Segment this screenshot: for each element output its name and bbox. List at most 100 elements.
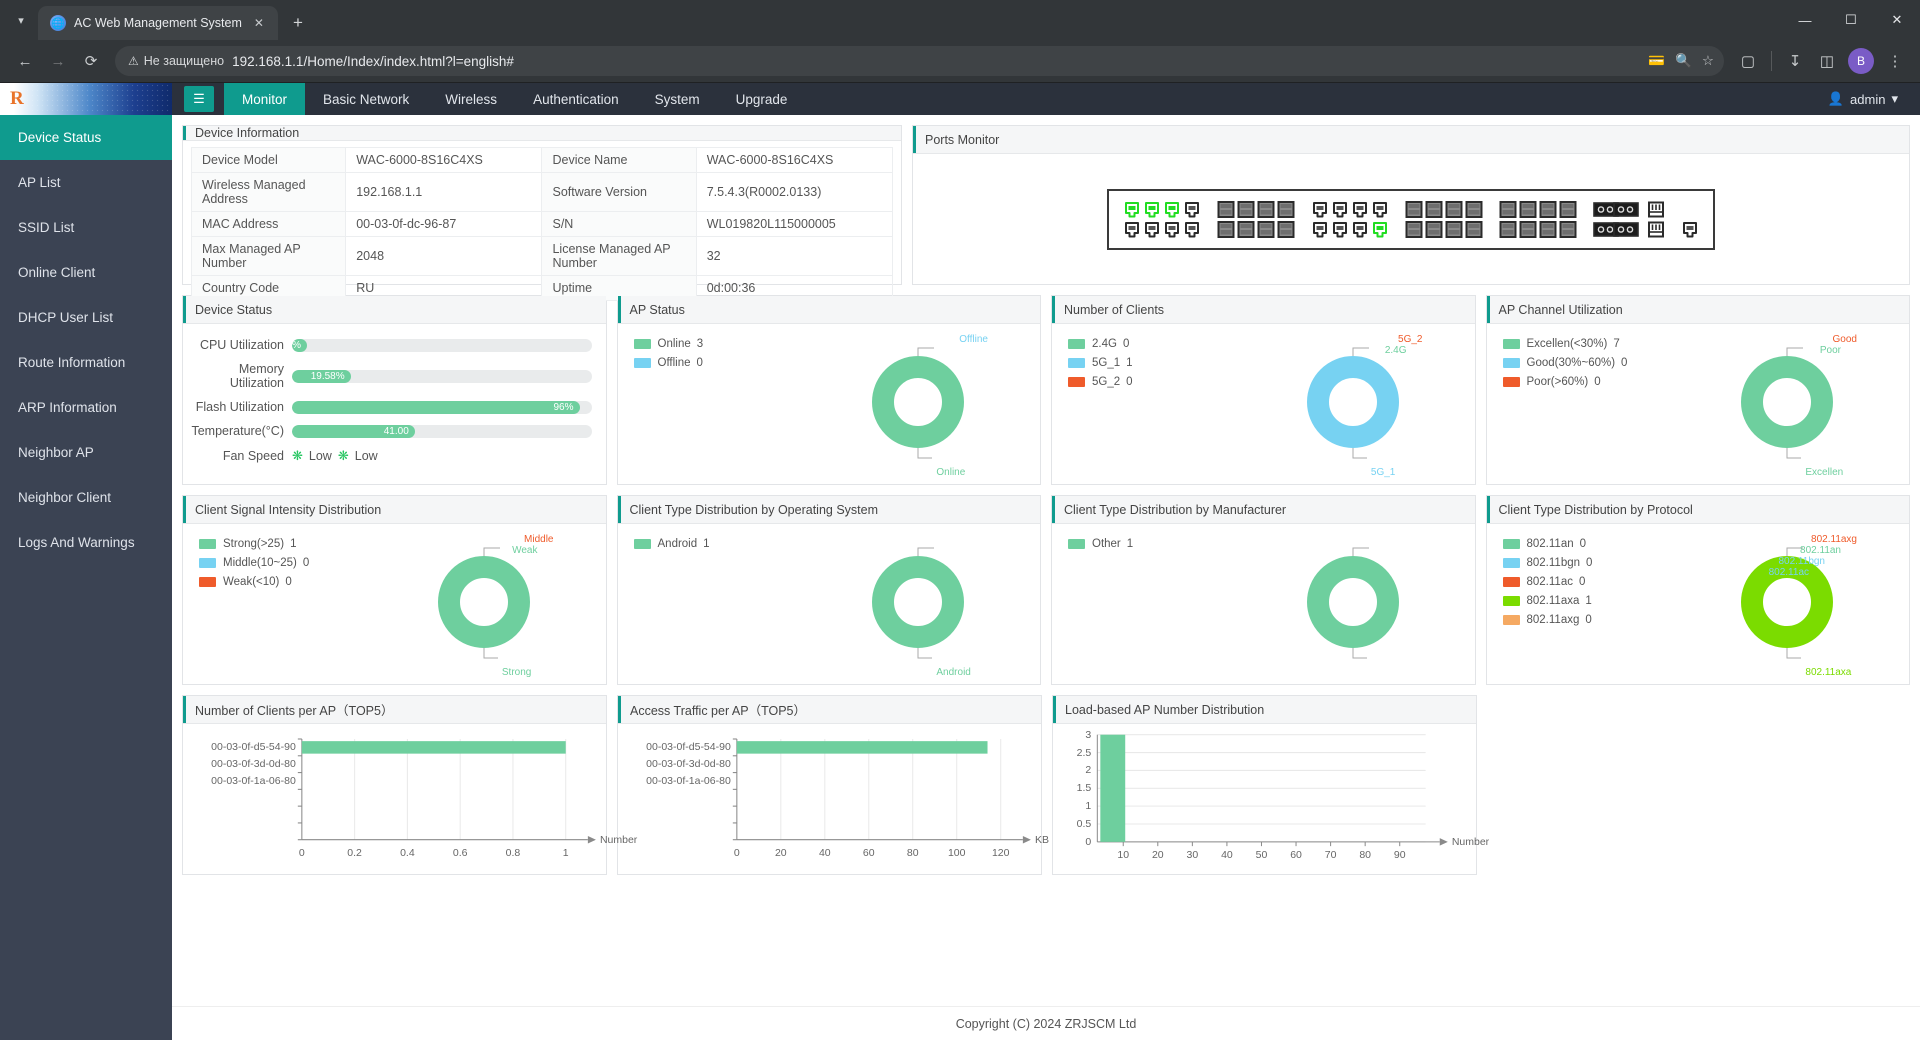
minimize-button[interactable]: — — [1782, 0, 1828, 40]
port-icon[interactable] — [1405, 200, 1423, 218]
chart-tick-label: 0.6 — [452, 846, 468, 859]
port-icon[interactable] — [1217, 200, 1235, 218]
maximize-button[interactable]: ☐ — [1828, 0, 1874, 40]
sidebar-item-logs-and-warnings[interactable]: Logs And Warnings — [0, 520, 172, 565]
sidebar-item-device-status[interactable]: Device Status — [0, 115, 172, 160]
legend-swatch — [199, 577, 216, 587]
port-icon[interactable] — [1351, 221, 1369, 238]
window-close-button[interactable]: ✕ — [1874, 0, 1920, 40]
sidepanel-icon[interactable]: ◫ — [1812, 46, 1842, 76]
bookmark-star-icon[interactable]: ☆ — [1702, 53, 1714, 69]
port-icon[interactable] — [1277, 200, 1295, 218]
user-menu[interactable]: 👤 admin ▾ — [1828, 83, 1920, 115]
port-icon[interactable] — [1593, 201, 1619, 218]
port-icon[interactable] — [1163, 221, 1181, 238]
reload-icon[interactable]: ⟳ — [76, 46, 106, 76]
search-icon[interactable]: 🔍 — [1675, 53, 1692, 69]
port-icon[interactable] — [1405, 220, 1423, 238]
port-icon[interactable] — [1499, 200, 1517, 218]
port-icon[interactable] — [1277, 220, 1295, 238]
port-icon[interactable] — [1123, 201, 1141, 218]
chart-tick-label: 1 — [562, 846, 569, 859]
port-icon[interactable] — [1351, 201, 1369, 218]
tab-monitor[interactable]: Monitor — [224, 83, 306, 115]
port-icon[interactable] — [1257, 200, 1275, 218]
new-tab-button[interactable]: + — [284, 9, 312, 37]
port-icon[interactable] — [1681, 221, 1699, 238]
port-icon[interactable] — [1613, 201, 1639, 218]
browser-menu-icon[interactable]: ⋮ — [1880, 46, 1910, 76]
tab-system[interactable]: System — [637, 83, 718, 115]
port-icon[interactable] — [1331, 221, 1349, 238]
panel-number-of-clients: Number of Clients 2.4G 0 5G_1 1 5G_2 0 5… — [1051, 295, 1476, 485]
tab-authentication[interactable]: Authentication — [515, 83, 637, 115]
brand-bar: R — [0, 83, 172, 115]
extensions-icon[interactable]: ▢ — [1733, 46, 1763, 76]
port-icon[interactable] — [1647, 201, 1665, 218]
port-icon[interactable] — [1143, 201, 1161, 218]
port-icon[interactable] — [1143, 221, 1161, 238]
port-icon[interactable] — [1425, 200, 1443, 218]
port-icon[interactable] — [1613, 221, 1639, 238]
port-icon[interactable] — [1183, 201, 1201, 218]
sidebar-item-arp-information[interactable]: ARP Information — [0, 385, 172, 430]
back-icon[interactable]: ← — [10, 46, 40, 76]
port-icon[interactable] — [1311, 201, 1329, 218]
port-icon[interactable] — [1465, 200, 1483, 218]
legend-label: Poor(>60%) — [1526, 376, 1589, 388]
tab-wireless[interactable]: Wireless — [427, 83, 515, 115]
sidebar-item-neighbor-client[interactable]: Neighbor Client — [0, 475, 172, 520]
port-icon[interactable] — [1217, 220, 1235, 238]
port-icon[interactable] — [1593, 221, 1619, 238]
port-icon[interactable] — [1465, 220, 1483, 238]
port-icon[interactable] — [1499, 220, 1517, 238]
sidebar-item-neighbor-ap[interactable]: Neighbor AP — [0, 430, 172, 475]
user-name: admin — [1850, 91, 1886, 107]
port-icon[interactable] — [1445, 200, 1463, 218]
sidebar-item-ap-list[interactable]: AP List — [0, 160, 172, 205]
port-icon[interactable] — [1559, 220, 1577, 238]
payment-icon[interactable]: 💳 — [1648, 53, 1665, 69]
legend-value: 0 — [1621, 357, 1628, 369]
port-icon[interactable] — [1311, 221, 1329, 238]
browser-tab[interactable]: 🌐 AC Web Management System ✕ — [38, 6, 278, 40]
port-icon[interactable] — [1425, 220, 1443, 238]
sidebar-item-route-information[interactable]: Route Information — [0, 340, 172, 385]
close-icon[interactable]: ✕ — [250, 14, 268, 32]
chart-tick-label: 00-03-0f-1a-06-80 — [646, 774, 731, 787]
port-icon[interactable] — [1519, 200, 1537, 218]
port-icon[interactable] — [1559, 200, 1577, 218]
port-icon[interactable] — [1539, 220, 1557, 238]
sidebar-item-dhcp-user-list[interactable]: DHCP User List — [0, 295, 172, 340]
profile-avatar[interactable]: B — [1848, 48, 1874, 74]
panel-ports-monitor: Ports Monitor — [912, 125, 1910, 285]
panel-device-status: Device Status CPU Utilization 5% Memory U… — [182, 295, 607, 485]
donut-chart: Android — [804, 534, 1032, 680]
panel-title-ports-monitor: Ports Monitor — [913, 126, 1909, 154]
port-icon[interactable] — [1257, 220, 1275, 238]
port-icon[interactable] — [1183, 221, 1201, 238]
port-icon[interactable] — [1539, 200, 1557, 218]
hamburger-icon[interactable]: ☰ — [184, 86, 214, 112]
port-icon[interactable] — [1647, 221, 1665, 238]
sidebar-item-online-client[interactable]: Online Client — [0, 250, 172, 295]
port-icon[interactable] — [1237, 200, 1255, 218]
not-secure-badge[interactable]: ⚠ Не защищено — [128, 54, 224, 68]
port-icon[interactable] — [1445, 220, 1463, 238]
port-icon[interactable] — [1371, 201, 1389, 218]
tab-list-chevron-icon[interactable]: ▾ — [4, 3, 38, 37]
port-icon[interactable] — [1371, 221, 1389, 238]
table-cell-value: 00-03-0f-dc-96-87 — [345, 211, 543, 237]
tab-upgrade[interactable]: Upgrade — [718, 83, 806, 115]
port-icon[interactable] — [1163, 201, 1181, 218]
sidebar-item-ssid-list[interactable]: SSID List — [0, 205, 172, 250]
port-column — [1331, 201, 1349, 238]
port-icon[interactable] — [1123, 221, 1141, 238]
tab-basic-network[interactable]: Basic Network — [305, 83, 427, 115]
address-bar[interactable]: ⚠ Не защищено 192.168.1.1/Home/Index/ind… — [115, 46, 1724, 76]
port-icon[interactable] — [1519, 220, 1537, 238]
forward-icon[interactable]: → — [43, 46, 73, 76]
port-icon[interactable] — [1237, 220, 1255, 238]
port-icon[interactable] — [1331, 201, 1349, 218]
downloads-icon[interactable]: ↧ — [1780, 46, 1810, 76]
